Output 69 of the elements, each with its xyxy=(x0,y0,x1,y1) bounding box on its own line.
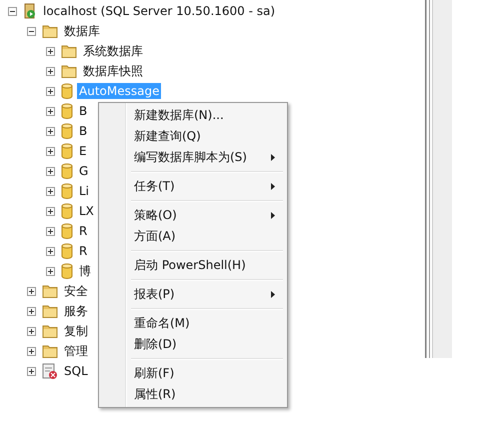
splitter[interactable] xyxy=(425,0,452,358)
expand-icon[interactable] xyxy=(27,366,38,376)
tree-item[interactable]: B xyxy=(77,103,90,119)
database-icon xyxy=(61,263,73,279)
folder-icon xyxy=(42,304,58,318)
collapse-icon[interactable] xyxy=(8,6,19,16)
menu-item[interactable]: 重命名(M) xyxy=(101,313,285,334)
collapse-icon[interactable] xyxy=(27,26,38,36)
database-icon xyxy=(61,103,73,119)
database-icon xyxy=(61,243,73,259)
expand-icon[interactable] xyxy=(27,306,38,316)
tree-item[interactable]: 数据库 xyxy=(62,22,102,40)
expand-icon[interactable] xyxy=(46,246,57,256)
folder-icon xyxy=(42,344,58,358)
menu-item[interactable]: 启动 PowerShell(H) xyxy=(101,255,285,276)
menu-item[interactable]: 策略(O) xyxy=(101,205,285,226)
menu-item[interactable]: 编写数据库脚本为(S) xyxy=(101,147,285,168)
folder-icon xyxy=(42,284,58,298)
folder-icon xyxy=(61,64,77,78)
expand-icon[interactable] xyxy=(46,166,57,176)
tree-item[interactable]: R xyxy=(77,243,90,259)
database-icon xyxy=(61,163,73,179)
tree-item[interactable]: R xyxy=(77,223,90,239)
expand-icon[interactable] xyxy=(46,126,57,136)
database-icon xyxy=(61,183,73,199)
expand-icon[interactable] xyxy=(46,46,57,56)
tree-item[interactable]: 服务 xyxy=(62,302,90,320)
expand-icon[interactable] xyxy=(46,206,57,216)
menu-item[interactable]: 属性(R) xyxy=(101,384,285,405)
tree-item[interactable]: B xyxy=(77,123,90,139)
expand-icon[interactable] xyxy=(46,106,57,116)
expand-icon[interactable] xyxy=(46,66,57,76)
menu-item[interactable]: 任务(T) xyxy=(101,176,285,197)
expand-icon[interactable] xyxy=(27,286,38,296)
tree-item[interactable]: 复制 xyxy=(62,322,90,340)
menu-item[interactable]: 报表(P) xyxy=(101,284,285,305)
server-icon xyxy=(23,3,37,19)
expand-icon[interactable] xyxy=(46,266,57,276)
expand-icon[interactable] xyxy=(46,86,57,96)
tree-item[interactable]: localhost (SQL Server 10.50.1600 - sa) xyxy=(41,3,278,19)
database-icon xyxy=(61,143,73,159)
tree-item[interactable]: LX xyxy=(77,203,96,219)
tree-item[interactable]: Li xyxy=(77,183,92,199)
database-icon xyxy=(61,83,73,99)
menu-item[interactable]: 刷新(F) xyxy=(101,363,285,384)
database-icon xyxy=(61,223,73,239)
tree-item[interactable]: G xyxy=(77,163,90,179)
folder-icon xyxy=(42,24,58,38)
menu-item[interactable]: 新建数据库(N)... xyxy=(101,105,285,126)
tree-item[interactable]: 博 xyxy=(77,262,93,280)
menu-item[interactable]: 方面(A) xyxy=(101,226,285,247)
tree-item[interactable]: 管理 xyxy=(62,342,90,360)
database-icon xyxy=(61,203,73,219)
tree-item[interactable]: 安全 xyxy=(62,282,90,300)
expand-icon[interactable] xyxy=(46,146,57,156)
tree-item[interactable]: 数据库快照 xyxy=(81,62,145,80)
tree-item[interactable]: 系统数据库 xyxy=(81,42,145,60)
expand-icon[interactable] xyxy=(46,226,57,236)
expand-icon[interactable] xyxy=(46,186,57,196)
tree-item[interactable]: SQL xyxy=(62,363,90,379)
expand-icon[interactable] xyxy=(27,326,38,336)
agent-icon xyxy=(42,363,58,379)
expand-icon[interactable] xyxy=(27,346,38,356)
menu-item[interactable]: 新建查询(Q) xyxy=(101,126,285,147)
tree-item[interactable]: E xyxy=(77,143,89,159)
database-icon xyxy=(61,123,73,139)
folder-icon xyxy=(61,44,77,58)
menu-item[interactable]: 删除(D) xyxy=(101,334,285,355)
folder-icon xyxy=(42,324,58,338)
